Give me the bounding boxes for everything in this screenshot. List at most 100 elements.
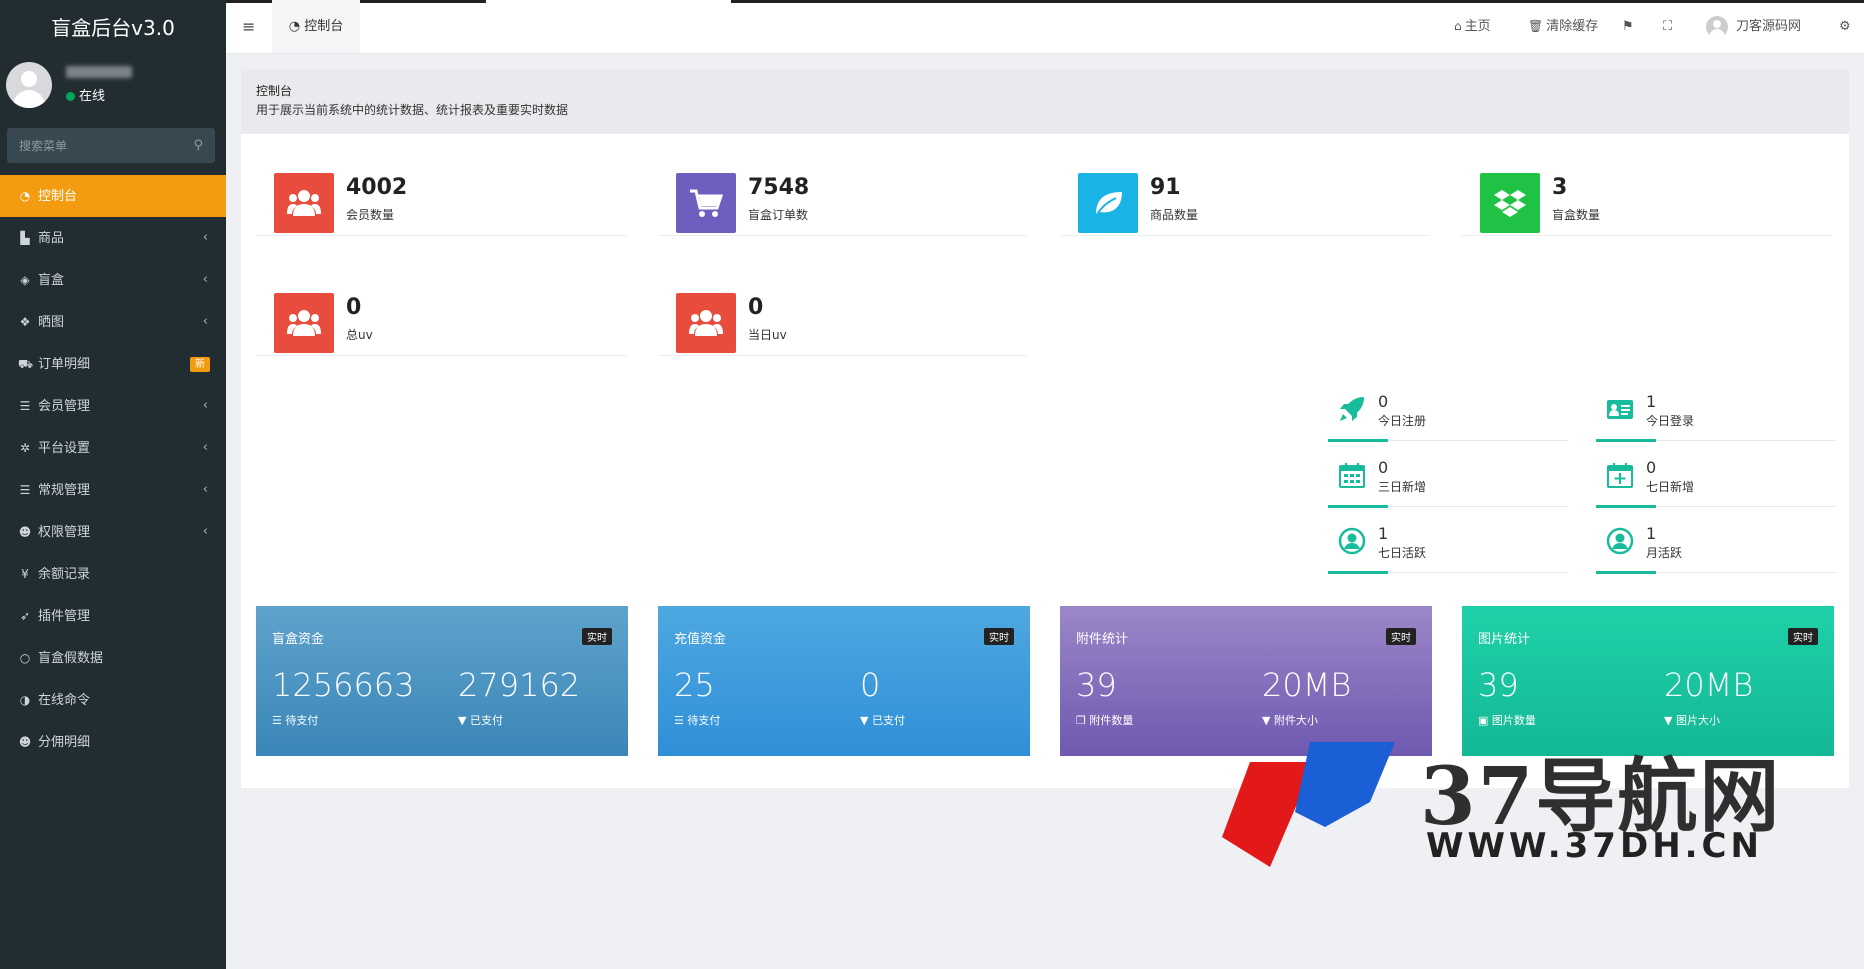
cog-icon: ✲ [19, 441, 31, 455]
filter-icon: ▼ [1262, 714, 1274, 727]
sidebar-item-online-command[interactable]: ◑ 在线命令 [0, 679, 226, 721]
stat-label: 总uv [346, 328, 373, 342]
sidebar-item-members[interactable]: ☰ 会员管理 ‹ [0, 385, 226, 427]
sidebar-item-commission[interactable]: ☻ 分佣明细 [0, 721, 226, 763]
rocket-icon: ➶ [19, 609, 31, 623]
sidebar-item-platform-settings[interactable]: ✲ 平台设置 ‹ [0, 427, 226, 469]
metric-value: 1 [1646, 524, 1657, 543]
sidebar-item-balance[interactable]: ¥ 余额记录 [0, 553, 226, 595]
stat-label: 盲盒数量 [1552, 208, 1601, 222]
metric-label: 今日登录 [1646, 414, 1695, 428]
chevron-left-icon: ‹ [202, 440, 208, 455]
dashboard-panel: 4002 会员数量 7548 盲盒订单数 91 商品数量 3 盲盒数量 0 总u… [241, 134, 1849, 788]
search-icon[interactable]: ⚲ [193, 138, 203, 153]
cart-icon [676, 173, 736, 233]
card-recharge-funds[interactable]: 充值资金 实时 25 ☰ 待支付 0 ▼ 已支付 [658, 606, 1030, 756]
sidebar-item-plugins[interactable]: ➶ 插件管理 [0, 595, 226, 637]
stat-box-orders[interactable]: 7548 盲盒订单数 [658, 155, 1028, 236]
chevron-left-icon: ‹ [202, 272, 208, 287]
metric-seven-day-new[interactable]: 0 七日新增 [1596, 453, 1836, 511]
sidebar-item-label: 平台设置 [38, 441, 91, 456]
card-title: 充值资金 [674, 632, 727, 647]
circle-icon: ○ [19, 651, 31, 665]
metric-today-login[interactable]: 1 今日登录 [1596, 387, 1836, 445]
chevron-left-icon: ‹ [202, 398, 208, 413]
language-icon[interactable]: ⚑ [1622, 0, 1634, 53]
trash-icon: 🗑 [1528, 19, 1544, 33]
user-menu[interactable]: 刀客源码网 [1706, 0, 1801, 53]
filter-icon: ▼ [1664, 714, 1676, 727]
stat-box-members[interactable]: 4002 会员数量 [256, 155, 626, 236]
rocket-icon [1340, 397, 1364, 421]
calendar-plus-icon [1607, 463, 1633, 488]
metric-seven-day-active[interactable]: 1 七日活跃 [1328, 519, 1568, 577]
metric-underline [1596, 439, 1836, 442]
sidebar-item-photos[interactable]: ❖ 晒图 ‹ [0, 301, 226, 343]
chevron-left-icon: ‹ [202, 524, 208, 539]
sidebar-item-fake-data[interactable]: ○ 盲盒假数据 [0, 637, 226, 679]
card-label-count: ❐ 附件数量 [1076, 714, 1134, 727]
stat-label: 当日uv [748, 328, 787, 342]
users-icon: ☻ [18, 735, 32, 749]
dashboard-icon: ◔ [19, 189, 31, 203]
fullscreen-icon[interactable]: ⛶ [1663, 0, 1672, 53]
avatar[interactable] [6, 62, 52, 108]
metric-today-register[interactable]: 0 今日注册 [1328, 387, 1568, 445]
realtime-badge: 实时 [1386, 628, 1416, 645]
menu-toggle-icon[interactable]: ≡ [242, 17, 255, 36]
filter-icon: ▼ [860, 714, 872, 727]
menu-search-input[interactable] [7, 128, 179, 163]
users-icon [676, 293, 736, 353]
card-title: 附件统计 [1076, 632, 1129, 647]
metric-label: 今日注册 [1378, 414, 1427, 428]
sidebar-item-orders[interactable]: ⛟ 订单明细 新 [0, 343, 226, 385]
database-icon: ☰ [19, 483, 31, 497]
calendar-icon [1339, 463, 1365, 488]
card-title: 图片统计 [1478, 632, 1531, 647]
menu-search: ⚲ [7, 128, 215, 163]
clear-cache-link[interactable]: 🗑 清除缓存 [1528, 0, 1598, 53]
sidebar-item-label: 余额记录 [38, 567, 91, 582]
stat-value: 3 [1552, 175, 1568, 200]
sidebar-item-products[interactable]: ▙ 商品 ‹ [0, 217, 226, 259]
files-icon: ❐ [1076, 714, 1090, 727]
topbar: ≡ ◔ 控制台 ⌂ 主页 🗑 清除缓存 ⚑ ⛶ 刀客源码网 ⚙ [226, 0, 1864, 54]
vcard-icon [1607, 400, 1633, 419]
tab-dashboard[interactable]: ◔ 控制台 [272, 0, 360, 53]
metric-label: 三日新增 [1378, 480, 1427, 494]
card-attachment-stats[interactable]: 附件统计 实时 39 ❐ 附件数量 20MB ▼ 附件大小 [1060, 606, 1432, 756]
filter-icon: ▼ [458, 714, 470, 727]
stat-box-products[interactable]: 91 商品数量 [1060, 155, 1430, 236]
watermark: 37导航网 WWW.37DH.CN [1220, 742, 1860, 872]
sidebar-item-dashboard[interactable]: ◔ 控制台 [0, 175, 226, 217]
stat-value: 7548 [748, 175, 810, 200]
card-value-pending: 1256663 [272, 666, 415, 704]
home-link[interactable]: ⌂ 主页 [1454, 0, 1491, 53]
progress-line [731, 0, 1864, 3]
realtime-badge: 实时 [1788, 628, 1818, 645]
database-icon: ☰ [272, 714, 286, 727]
sidebar-item-permissions[interactable]: ☻ 权限管理 ‹ [0, 511, 226, 553]
user-status: 在线 [66, 85, 105, 104]
stat-label: 盲盒订单数 [748, 208, 809, 222]
sidebar-item-general[interactable]: ☰ 常规管理 ‹ [0, 469, 226, 511]
sidebar-item-blindbox[interactable]: ◈ 盲盒 ‹ [0, 259, 226, 301]
stat-box-blindboxes[interactable]: 3 盲盒数量 [1462, 155, 1832, 236]
users-icon [274, 293, 334, 353]
metric-underline [1596, 571, 1836, 574]
page-description: 用于展示当前系统中的统计数据、统计报表及重要实时数据 [256, 103, 569, 117]
metric-monthly-active[interactable]: 1 月活跃 [1596, 519, 1836, 577]
app-title[interactable]: 盲盒后台v3.0 [0, 0, 226, 56]
settings-icon[interactable]: ⚙ [1839, 0, 1851, 53]
page-header: 控制台 用于展示当前系统中的统计数据、统计报表及重要实时数据 [241, 69, 1849, 134]
stat-box-today-uv[interactable]: 0 当日uv [658, 275, 1028, 356]
watermark-url: WWW.37DH.CN [1426, 826, 1763, 866]
metric-underline [1596, 505, 1836, 508]
card-blindbox-funds[interactable]: 盲盒资金 实时 1256663 ☰ 待支付 279162 ▼ 已支付 [256, 606, 628, 756]
stat-box-total-uv[interactable]: 0 总uv [256, 275, 626, 356]
shopping-bag-icon: ▙ [20, 231, 30, 245]
realtime-badge: 实时 [582, 628, 612, 645]
adjust-icon: ◑ [19, 693, 31, 707]
metric-three-day-new[interactable]: 0 三日新增 [1328, 453, 1568, 511]
sidebar-item-label: 插件管理 [38, 609, 91, 624]
